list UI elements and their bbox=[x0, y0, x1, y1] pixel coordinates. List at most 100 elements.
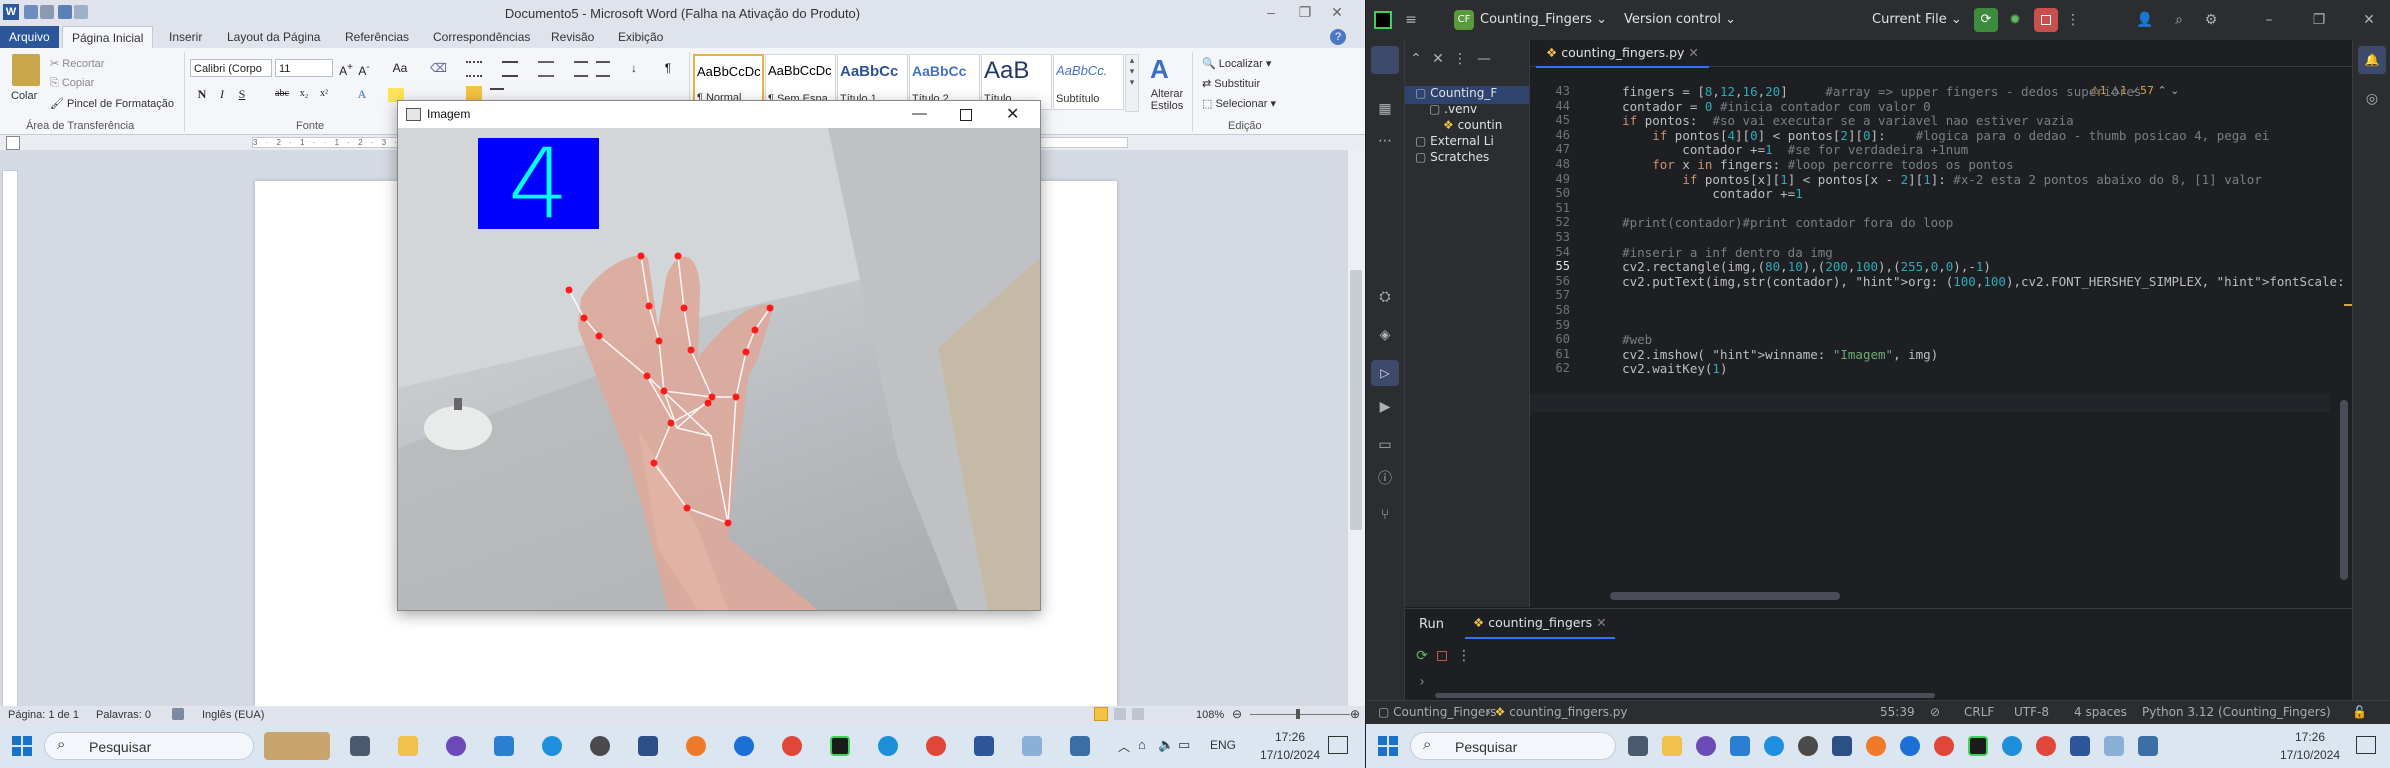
font-size-combo[interactable]: 11 bbox=[275, 59, 333, 77]
terminal-icon[interactable]: ▭ bbox=[1376, 436, 1394, 454]
problems-icon[interactable]: ⓘ bbox=[1376, 470, 1394, 488]
numbering-icon[interactable] bbox=[502, 61, 518, 77]
layers-icon[interactable]: ◈ bbox=[1376, 326, 1394, 344]
tab-arquivo[interactable]: Arquivo bbox=[0, 26, 59, 48]
clock-time[interactable]: 17:26 bbox=[1262, 730, 1318, 744]
app-icon-purple[interactable] bbox=[1696, 736, 1716, 756]
tab-close-icon[interactable]: ✕ bbox=[1688, 45, 1698, 60]
change-styles-label[interactable]: Alterar Estilos bbox=[1146, 88, 1188, 112]
code-line[interactable]: #inserir a inf dentro da img bbox=[1592, 245, 1833, 260]
word-maximize-button[interactable]: ❐ bbox=[1294, 4, 1316, 20]
style-subtitle[interactable]: AaBbCc. Subtítulo bbox=[1053, 54, 1124, 110]
image-minimize-button[interactable]: — bbox=[912, 105, 927, 122]
line-separator[interactable]: CRLF bbox=[1964, 705, 1994, 719]
caret-position[interactable]: 55:39 bbox=[1880, 705, 1915, 719]
task-view-icon[interactable] bbox=[350, 736, 370, 756]
vcs-selector[interactable]: Version control ⌄ bbox=[1624, 12, 1736, 27]
edge-icon[interactable] bbox=[878, 736, 898, 756]
pc-maximize-button[interactable]: ❐ bbox=[2310, 11, 2328, 29]
tab-layout[interactable]: Layout da Página bbox=[218, 26, 329, 48]
code-line[interactable]: for x in fingers: #loop percorre todos o… bbox=[1592, 157, 2013, 172]
app-icon-edge-blue[interactable] bbox=[1900, 736, 1920, 756]
app-icon-navy[interactable] bbox=[638, 736, 658, 756]
increase-indent-icon[interactable] bbox=[596, 61, 610, 77]
pc-close-button[interactable]: ✕ bbox=[2360, 11, 2378, 29]
strike-button[interactable]: abc bbox=[274, 86, 290, 102]
bullets-icon[interactable] bbox=[466, 61, 482, 77]
run-config-selector[interactable]: Current File ⌄ bbox=[1872, 12, 1962, 27]
pc-minimize-button[interactable]: – bbox=[2260, 11, 2278, 29]
project-badge[interactable]: CF bbox=[1454, 10, 1474, 30]
clock-time-2[interactable]: 17:26 bbox=[2282, 730, 2338, 744]
cut-button[interactable]: ✂ Recortar bbox=[50, 57, 104, 70]
code-line[interactable]: #web bbox=[1592, 332, 1652, 347]
more-tools-icon[interactable]: ⋯ bbox=[1376, 132, 1394, 150]
zoom-slider[interactable] bbox=[1250, 714, 1350, 715]
clock-date[interactable]: 17/10/2024 bbox=[1250, 748, 1330, 762]
breadcrumb-file[interactable]: › ❖ counting_fingers.py bbox=[1486, 705, 1628, 719]
tab-inserir[interactable]: Inserir bbox=[160, 26, 211, 48]
run-tab-close-icon[interactable]: ✕ bbox=[1596, 615, 1606, 630]
tab-revisao[interactable]: Revisão bbox=[542, 26, 603, 48]
styles-more-icon[interactable]: ▴ ▾ ▾ bbox=[1125, 54, 1139, 112]
run-more-icon[interactable]: ⋮ bbox=[1455, 647, 1473, 665]
pycharm-taskbar-icon[interactable] bbox=[830, 736, 850, 756]
code-line[interactable]: contador +=1 bbox=[1592, 186, 1802, 201]
pycharm-taskbar-icon[interactable] bbox=[1968, 736, 1988, 756]
code-line[interactable]: #print(contador)#print contador fora do … bbox=[1592, 215, 1953, 230]
tab-selector-icon[interactable] bbox=[6, 136, 20, 150]
app-icon-orange[interactable] bbox=[686, 736, 706, 756]
file-explorer-icon[interactable] bbox=[398, 736, 418, 756]
code-line[interactable]: if pontos: #so vai executar se a variave… bbox=[1592, 113, 2074, 128]
app-icon-purple[interactable] bbox=[446, 736, 466, 756]
app-icon-blue[interactable] bbox=[1764, 736, 1784, 756]
code-line[interactable]: contador = 0 #inicia contador com valor … bbox=[1592, 99, 1931, 114]
word-vertical-scrollbar[interactable] bbox=[1348, 150, 1365, 706]
replace-button[interactable]: ⇄ Substituir bbox=[1202, 77, 1260, 90]
app-icon-blue[interactable] bbox=[542, 736, 562, 756]
taskbar-search-box[interactable]: ⌕ Pesquisar bbox=[44, 732, 254, 760]
tree-item[interactable]: ▢ Scratches bbox=[1405, 150, 1529, 168]
run-tool-icon[interactable]: ▷ bbox=[1371, 360, 1399, 386]
word-taskbar-icon[interactable] bbox=[2070, 736, 2090, 756]
collapse-icon[interactable]: ✕ bbox=[1429, 50, 1447, 68]
run-tab[interactable]: ❖ counting_fingers ✕ bbox=[1465, 611, 1615, 639]
structure-tool-icon[interactable]: ▦ bbox=[1376, 100, 1394, 118]
rerun-icon[interactable]: ⟳ bbox=[1413, 647, 1431, 665]
app-icon-dark[interactable] bbox=[1798, 736, 1818, 756]
breadcrumb-project[interactable]: ▢ Counting_Fingers bbox=[1378, 705, 1497, 719]
editor[interactable]: ❖ counting_fingers.py ✕ ⚠1 ⚠1 ✓57 ⌃ ⌄ 43… bbox=[1530, 40, 2390, 607]
search-everywhere-icon[interactable]: ⌕ bbox=[2170, 11, 2188, 29]
lock-icon[interactable]: 🔓 bbox=[2352, 705, 2367, 719]
settings-gear-icon[interactable]: ⚙ bbox=[2202, 11, 2220, 29]
notifications-icon[interactable] bbox=[1328, 736, 1348, 754]
app-icon-light[interactable] bbox=[2104, 736, 2124, 756]
paste-icon[interactable] bbox=[12, 54, 40, 86]
debug-icon[interactable]: ✹ bbox=[2006, 11, 2024, 29]
change-case-icon[interactable]: Aa bbox=[392, 60, 408, 76]
text-effects-icon[interactable]: A bbox=[354, 86, 370, 102]
app-icon-active[interactable] bbox=[1070, 736, 1090, 756]
vertical-scrollbar[interactable] bbox=[2340, 400, 2348, 580]
chrome-icon[interactable] bbox=[782, 736, 802, 756]
sort-icon[interactable]: ↓ bbox=[626, 60, 642, 76]
word-taskbar-icon[interactable] bbox=[974, 736, 994, 756]
status-words[interactable]: Palavras: 0 bbox=[96, 709, 151, 721]
task-view-icon[interactable] bbox=[1628, 736, 1648, 756]
tray-chevron-icon[interactable]: ︿ bbox=[1118, 738, 1130, 755]
console-scrollbar[interactable] bbox=[1435, 693, 1935, 698]
app-icon-light[interactable] bbox=[1022, 736, 1042, 756]
status-language[interactable]: Inglês (EUA) bbox=[202, 709, 264, 721]
paste-label[interactable]: Colar bbox=[11, 90, 37, 102]
vscode-icon[interactable] bbox=[494, 736, 514, 756]
proofing-icon[interactable] bbox=[172, 708, 184, 720]
rerun-button[interactable]: ⟳ bbox=[1974, 8, 1998, 32]
clock-date-2[interactable]: 17/10/2024 bbox=[2270, 748, 2350, 762]
network-icon[interactable]: ⌂ bbox=[1138, 737, 1146, 752]
project-selector[interactable]: Counting_Fingers ⌄ bbox=[1480, 12, 1607, 27]
tab-referencias[interactable]: Referências bbox=[336, 26, 418, 48]
python-packages-icon[interactable]: ⛭ bbox=[1376, 288, 1394, 306]
code-line[interactable]: cv2.waitKey(1) bbox=[1592, 361, 1727, 376]
code-line[interactable]: fingers = [8,12,16,20] #array => upper f… bbox=[1592, 84, 2141, 99]
format-painter-button[interactable]: 🖌 Pincel de Formatação bbox=[50, 97, 174, 110]
